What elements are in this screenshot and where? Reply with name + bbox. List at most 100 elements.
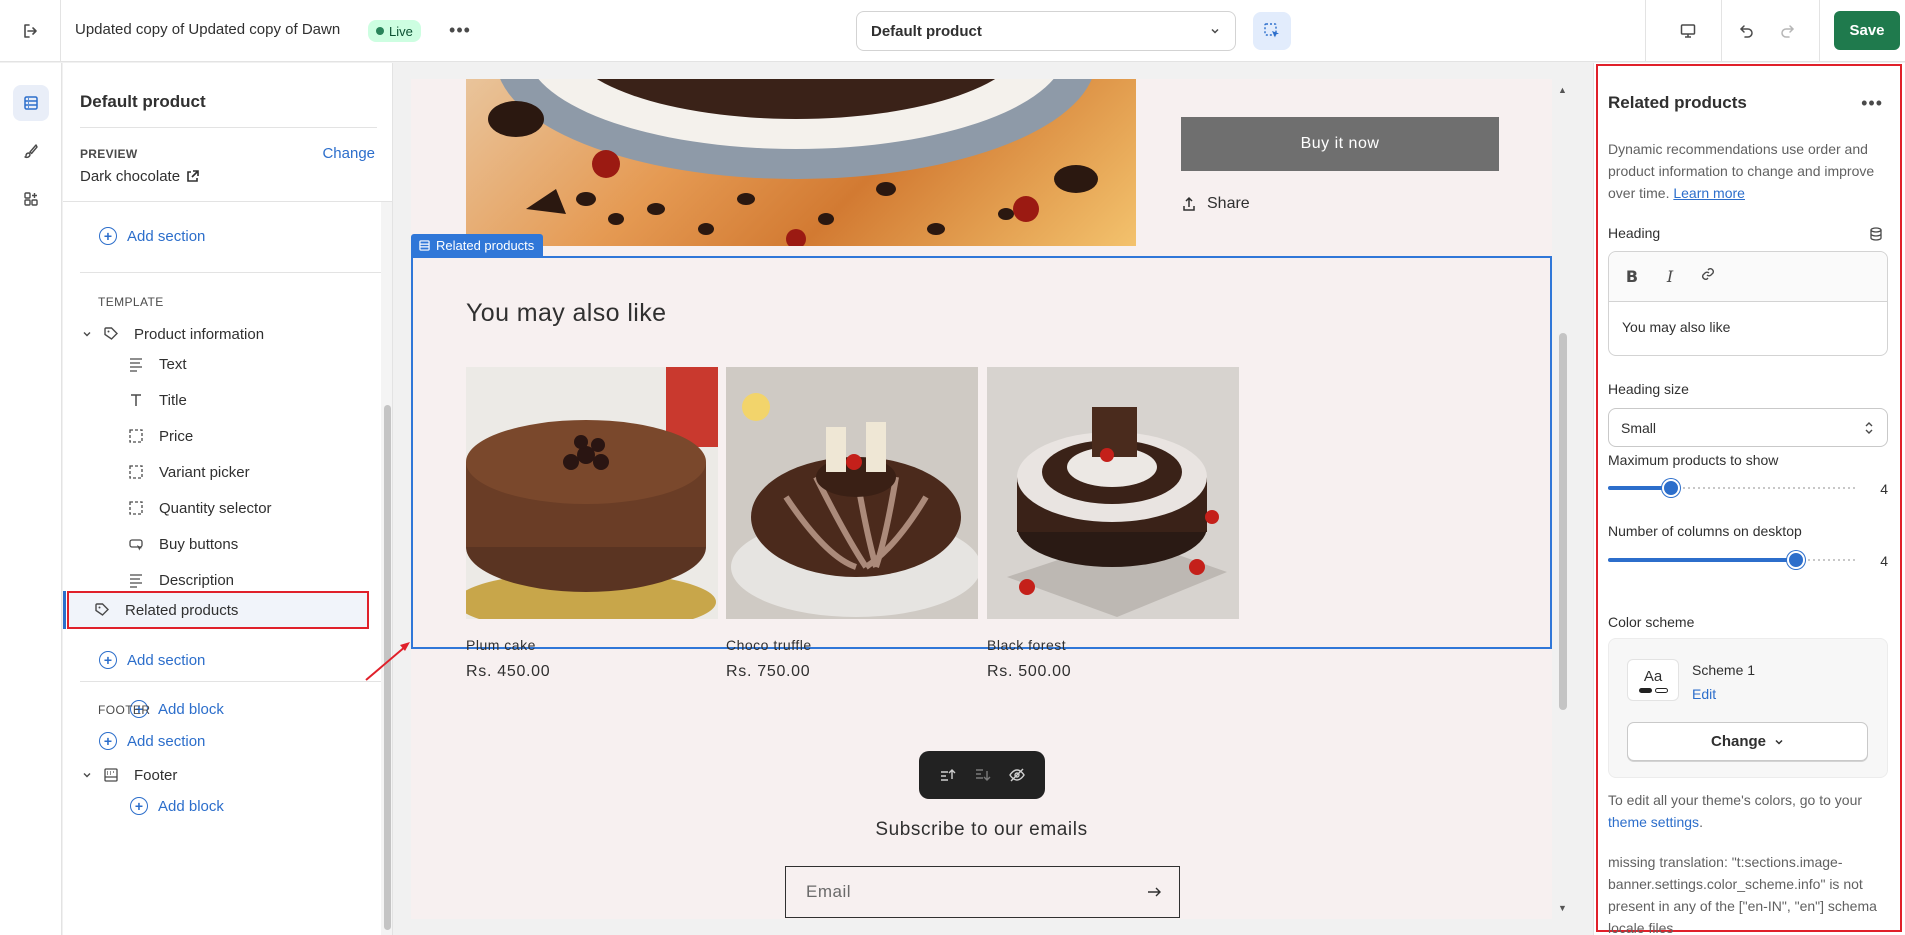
template-select[interactable]: Default product: [856, 11, 1236, 51]
app-embeds-icon[interactable]: [13, 181, 49, 217]
scheme-name: Scheme 1: [1692, 662, 1756, 678]
undo-icon[interactable]: [1735, 19, 1759, 43]
product-image: [466, 79, 1136, 246]
exit-icon[interactable]: [18, 19, 42, 43]
max-products-label: Maximum products to show: [1608, 452, 1779, 468]
text-icon: [127, 571, 145, 589]
block-label: Price: [159, 427, 194, 445]
scroll-down-icon[interactable]: ▼: [1558, 903, 1567, 913]
dashed-box-icon: [127, 427, 145, 445]
missing-translation-note: missing translation: "t:sections.image-b…: [1608, 854, 1877, 935]
preview-canvas: Buy it now Share Related products You ma…: [394, 63, 1592, 935]
settings-title: Related products: [1608, 93, 1747, 112]
preview-change-link[interactable]: Change: [322, 145, 375, 162]
more-actions-icon[interactable]: •••: [1861, 93, 1883, 114]
block-label: Text: [159, 355, 187, 373]
choco-truffle-image[interactable]: [726, 367, 978, 619]
theme-settings-link[interactable]: theme settings: [1608, 814, 1699, 830]
columns-label: Number of columns on desktop: [1608, 523, 1802, 539]
note-suffix: .: [1699, 814, 1703, 830]
product-name[interactable]: Plum cake: [466, 637, 718, 653]
chevron-down-icon[interactable]: [80, 327, 94, 341]
section-product-information[interactable]: Product information: [80, 319, 264, 349]
newsletter-heading: Subscribe to our emails: [875, 819, 1088, 840]
more-actions-icon[interactable]: •••: [448, 18, 472, 42]
plum-cake-image[interactable]: [466, 367, 718, 619]
scrollbar-thumb[interactable]: [384, 405, 391, 930]
max-products-slider[interactable]: [1608, 479, 1858, 497]
section-footer[interactable]: Footer: [80, 760, 177, 790]
product-card[interactable]: Black forest Rs. 500.00: [987, 367, 1239, 681]
related-heading: You may also like: [466, 299, 667, 327]
italic-icon[interactable]: I: [1661, 267, 1679, 286]
add-section-template[interactable]: + Add section: [99, 645, 205, 675]
dynamic-source-icon[interactable]: [1869, 227, 1883, 244]
title-icon: [127, 391, 145, 409]
preview-scrollbar[interactable]: [1557, 79, 1569, 919]
share-button[interactable]: Share: [1181, 195, 1250, 213]
move-down-icon[interactable]: [973, 766, 991, 784]
inspector-toggle-button[interactable]: [1253, 12, 1291, 50]
product-name[interactable]: Black forest: [987, 637, 1239, 653]
chevron-down-icon[interactable]: [80, 768, 94, 782]
redo-icon[interactable]: [1775, 19, 1799, 43]
heading-size-select[interactable]: Small: [1608, 408, 1888, 447]
divider: [1721, 0, 1722, 62]
color-scheme-label: Color scheme: [1608, 614, 1695, 630]
scheme-edit-link[interactable]: Edit: [1692, 686, 1716, 702]
block-item[interactable]: Buy buttons: [127, 529, 238, 559]
save-button[interactable]: Save: [1834, 11, 1900, 50]
slider-handle[interactable]: [1787, 551, 1805, 569]
desktop-preview-icon[interactable]: [1676, 19, 1700, 43]
buy-it-now-button[interactable]: Buy it now: [1181, 117, 1499, 171]
bold-icon[interactable]: B: [1623, 267, 1641, 286]
sections-panel: Default product PREVIEW Change Dark choc…: [63, 63, 393, 935]
email-input[interactable]: Email: [785, 866, 1180, 918]
scroll-up-icon[interactable]: ▲: [1558, 85, 1567, 95]
add-section-footer[interactable]: + Add section: [99, 726, 205, 756]
block-label: Title: [159, 391, 187, 409]
block-item[interactable]: Title: [127, 385, 187, 415]
section-related-products[interactable]: Related products: [67, 591, 369, 629]
add-section-header[interactable]: + Add section: [99, 221, 205, 251]
black-forest-image[interactable]: [987, 367, 1239, 619]
section-label: Product information: [134, 325, 265, 343]
product-card[interactable]: Plum cake Rs. 450.00: [466, 367, 718, 681]
heading-value[interactable]: You may also like: [1609, 302, 1887, 352]
email-placeholder: Email: [806, 882, 852, 901]
product-card[interactable]: Choco truffle Rs. 750.00: [726, 367, 978, 681]
add-section-label: Add section: [127, 227, 206, 245]
columns-slider[interactable]: [1608, 551, 1858, 569]
scrollbar-thumb[interactable]: [1559, 333, 1567, 710]
add-circle-icon: +: [99, 227, 117, 245]
theme-settings-brush-icon[interactable]: [13, 133, 49, 169]
block-item[interactable]: Quantity selector: [127, 493, 272, 523]
section-floating-toolbar: [919, 751, 1045, 799]
block-item[interactable]: Price: [127, 421, 193, 451]
product-price: Rs. 450.00: [466, 663, 551, 680]
color-scheme-card: Aa Scheme 1 Edit Change: [1608, 638, 1888, 778]
preview-product[interactable]: Dark chocolate: [80, 168, 199, 185]
sections-icon[interactable]: [13, 85, 49, 121]
footer-layout-icon: [102, 766, 120, 784]
slider-handle[interactable]: [1662, 479, 1680, 497]
block-item[interactable]: Variant picker: [127, 457, 250, 487]
product-name[interactable]: Choco truffle: [726, 637, 978, 653]
section-tag[interactable]: Related products: [411, 234, 544, 257]
learn-more-link[interactable]: Learn more: [1673, 185, 1745, 201]
block-item[interactable]: Text: [127, 349, 187, 379]
change-scheme-button[interactable]: Change: [1627, 722, 1868, 761]
heading-label: Heading: [1608, 225, 1661, 241]
hide-eye-icon[interactable]: [1008, 766, 1026, 784]
block-label: Description: [159, 571, 235, 589]
tag-icon: [93, 601, 111, 619]
add-block-footer[interactable]: + Add block: [130, 791, 224, 821]
heading-richtext-editor[interactable]: B I You may also like: [1608, 251, 1888, 356]
block-label: Buy buttons: [159, 535, 239, 553]
share-label: Share: [1207, 195, 1250, 212]
sections-icon: [419, 240, 430, 251]
panel-scrollbar[interactable]: [381, 202, 392, 935]
arrow-right-icon[interactable]: [1145, 883, 1163, 901]
move-up-icon[interactable]: [938, 766, 956, 784]
link-icon[interactable]: [1699, 266, 1717, 287]
